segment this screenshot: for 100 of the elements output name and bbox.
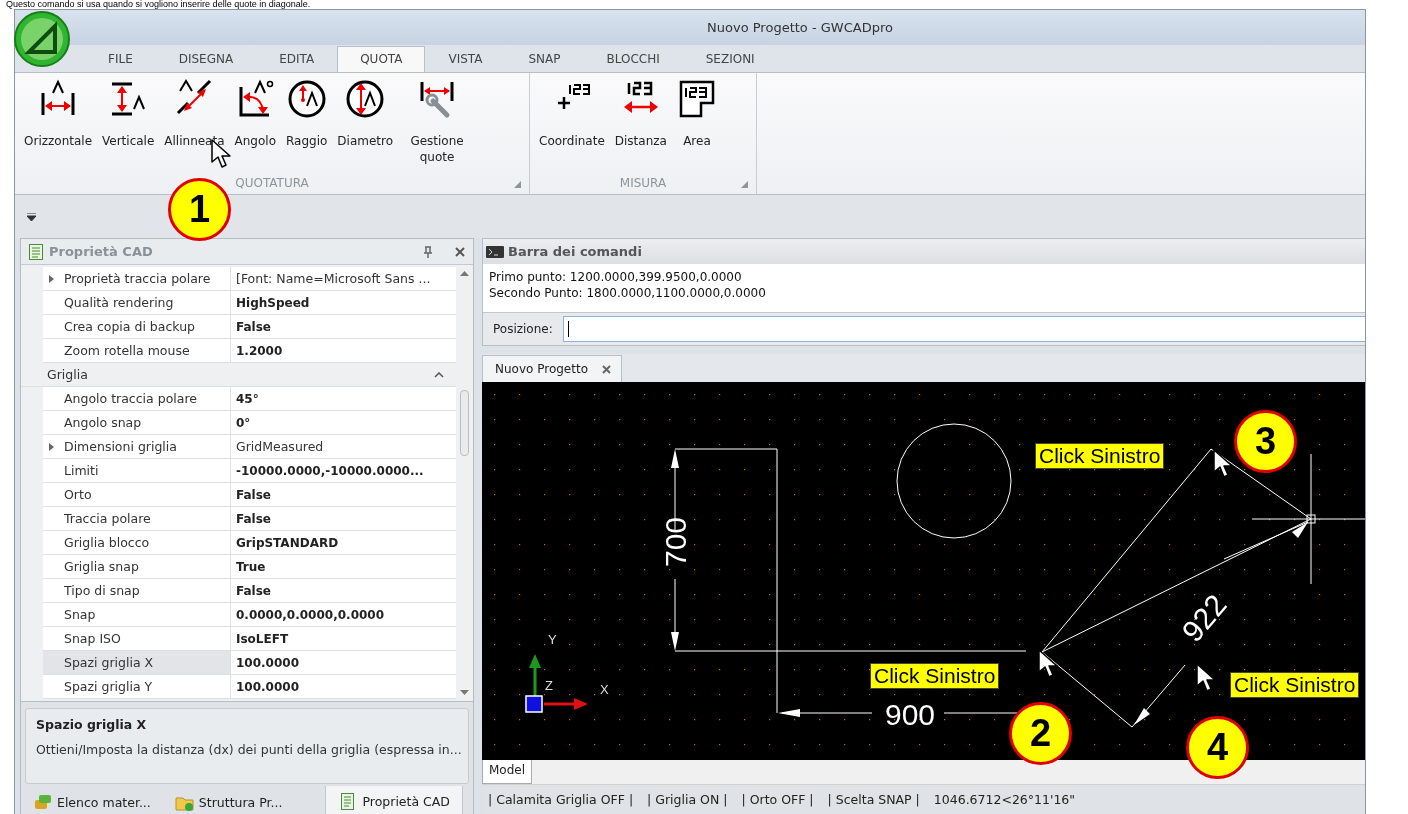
property-name-cell[interactable]: Qualità rendering <box>43 291 231 314</box>
property-value-cell[interactable]: GripSTANDARD <box>231 531 456 554</box>
ucs-axes-drawing <box>525 654 588 713</box>
status-item: 1046.6712<26°11'16" <box>933 792 1076 807</box>
property-value-cell[interactable]: 100.0000 <box>231 651 456 674</box>
property-name-cell[interactable]: Snap ISO <box>43 627 231 650</box>
property-name-cell[interactable]: Limiti <box>43 459 231 482</box>
property-value-cell[interactable]: 0.0000,0.0000,0.0000 <box>231 603 456 626</box>
status-item: | Orto OFF | <box>741 792 814 807</box>
radius-icon <box>286 79 327 119</box>
property-value-cell[interactable]: False <box>231 507 456 530</box>
ribbon-button[interactable]: Allinneata <box>159 79 230 172</box>
command-input-field[interactable] <box>562 316 1365 342</box>
scroll-down-icon[interactable] <box>460 690 469 695</box>
expand-arrow-icon[interactable] <box>49 274 54 283</box>
property-name-cell[interactable]: Crea copia di backup <box>43 315 231 338</box>
property-name-cell[interactable]: Spazi griglia X <box>43 651 231 674</box>
window-title: Nuovo Progetto - GWCADpro <box>707 20 893 35</box>
group-label: MISURA <box>619 176 667 190</box>
property-value-cell[interactable]: HighSpeed <box>231 291 456 314</box>
property-value-cell[interactable]: True <box>231 555 456 578</box>
prompt-label: Posizione: <box>493 322 553 336</box>
pin-icon[interactable] <box>423 245 433 258</box>
group-label: QUOTATURA <box>235 176 309 190</box>
mouse-pointer-icon <box>1212 448 1234 479</box>
status-item: | Scelta SNAP | <box>827 792 920 807</box>
property-value-cell[interactable]: False <box>231 579 456 602</box>
property-value-cell[interactable]: [Font: Name=Microsoft Sans ... <box>231 267 456 290</box>
scroll-thumb[interactable] <box>460 390 469 456</box>
ribbon-button[interactable]: Orizzontale <box>19 79 97 172</box>
document-tab[interactable]: Nuovo Progetto <box>482 355 622 382</box>
ribbon-tab[interactable]: VISTA <box>425 46 506 72</box>
ribbon-tab[interactable]: DISEGNA <box>155 46 257 72</box>
axis-label: X <box>600 682 609 697</box>
property-value-cell[interactable]: False <box>231 483 456 506</box>
ribbon-tab[interactable]: BLOCCHI <box>583 46 683 72</box>
command-output-line: Primo punto: 1200.0000,399.9500,0.0000 <box>489 269 743 285</box>
diameter-icon <box>345 79 386 119</box>
layout-tab[interactable]: Model <box>482 760 533 784</box>
ribbon-tab[interactable]: QUOTA <box>337 46 426 72</box>
status-item: | Calamita Griglia OFF | <box>488 792 634 807</box>
ribbon-button[interactable]: Verticale <box>97 79 160 172</box>
close-icon[interactable] <box>602 364 611 374</box>
property-name-cell[interactable]: Griglia blocco <box>43 531 231 554</box>
panel-tab[interactable]: Proprietà CAD <box>325 786 463 814</box>
property-name-cell[interactable]: Dimensioni griglia <box>43 435 231 458</box>
property-value-cell[interactable]: 100.0000 <box>231 675 456 698</box>
property-name-cell[interactable]: Orto <box>43 483 231 506</box>
dimension-value: 900 <box>884 697 936 731</box>
mouse-pointer-icon <box>1037 648 1059 679</box>
app-logo-icon[interactable] <box>13 10 71 68</box>
property-name-cell[interactable]: Angolo snap <box>43 411 231 434</box>
property-name-cell[interactable]: Tipo di snap <box>43 579 231 602</box>
property-name-cell[interactable]: Spazi griglia Y <box>43 675 231 698</box>
status-item: | Griglia ON | <box>647 792 728 807</box>
ribbon-button[interactable]: Angolo <box>229 79 281 172</box>
ribbon-button[interactable]: Gestione quote <box>398 79 477 172</box>
property-value-cell[interactable]: 0° <box>231 411 456 434</box>
description-title: Spazio griglia X <box>36 717 148 732</box>
ribbon-button[interactable]: Distanza <box>609 79 672 172</box>
panel-title: Proprietà CAD <box>49 244 154 259</box>
dimension-value: 700 <box>658 516 692 568</box>
category-label: Griglia <box>47 367 88 382</box>
ribbon-button[interactable]: Raggio <box>281 79 333 172</box>
ribbon-tab[interactable]: FILE <box>85 46 156 72</box>
dimension-value: 922 <box>1175 588 1233 648</box>
property-value-cell[interactable]: -10000.0000,-10000.0000... <box>231 459 456 482</box>
property-value-cell[interactable]: 1.2000 <box>231 339 456 362</box>
property-name-cell[interactable]: Proprietà traccia polare <box>43 267 231 290</box>
ribbon-tab[interactable]: SEZIONI <box>682 46 778 72</box>
property-value-cell[interactable]: False <box>231 315 456 338</box>
property-name-cell[interactable]: Griglia snap <box>43 555 231 578</box>
expand-arrow-icon[interactable] <box>49 442 54 451</box>
dialog-launcher-icon[interactable] <box>514 181 521 188</box>
panel-title: Barra dei comandi <box>508 244 642 259</box>
ribbon-button[interactable]: Area <box>671 79 722 172</box>
property-name-cell[interactable]: Angolo traccia polare <box>43 387 231 410</box>
collapse-chevron-icon[interactable] <box>434 371 444 378</box>
properties-icon <box>29 243 43 260</box>
command-output-line: Secondo Punto: 1800.0000,1100.0000,0.0000 <box>489 285 767 301</box>
ribbon-button[interactable]: Diametro <box>332 79 399 172</box>
callout-label: Click Sinistro <box>870 663 1000 689</box>
customize-toolbar-icon[interactable] <box>27 212 36 221</box>
close-icon[interactable] <box>455 246 465 257</box>
property-name-cell[interactable]: Zoom rotella mouse <box>43 339 231 362</box>
callout-label: Click Sinistro <box>1230 672 1360 698</box>
property-name-cell[interactable]: Traccia polare <box>43 507 231 530</box>
dialog-launcher-icon[interactable] <box>741 181 748 188</box>
terminal-icon <box>486 245 504 258</box>
property-name-cell[interactable]: Snap <box>43 603 231 626</box>
ribbon-tab[interactable]: SNAP <box>505 46 584 72</box>
caption-text: Questo comando si usa quando si vogliono inserire delle quote in diagonale. <box>5 0 312 9</box>
axis-label: Y <box>548 632 557 647</box>
property-value-cell[interactable]: GridMeasured <box>231 435 456 458</box>
ribbon-tab[interactable]: EDITA <box>256 46 338 72</box>
materials-icon <box>33 793 52 811</box>
ribbon-button[interactable]: Coordinate <box>534 79 610 172</box>
property-value-cell[interactable]: 45° <box>231 387 456 410</box>
scroll-up-icon[interactable] <box>460 271 469 276</box>
property-value-cell[interactable]: IsoLEFT <box>231 627 456 650</box>
